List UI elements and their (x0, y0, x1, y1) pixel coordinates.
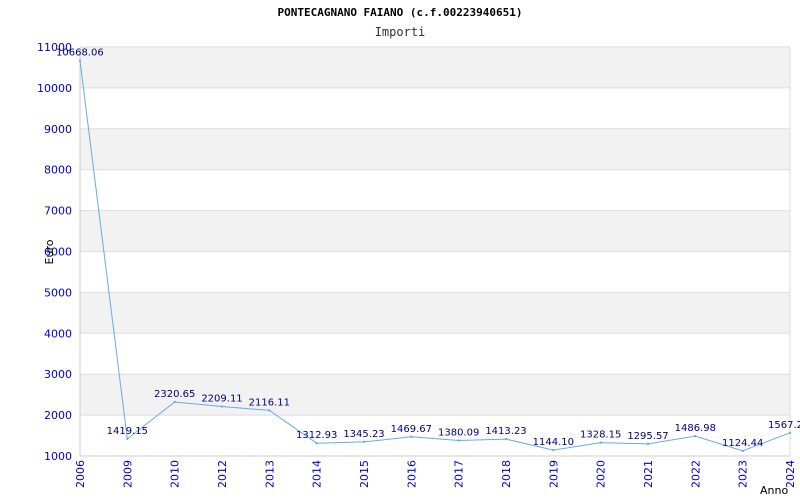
y-tick-label: 8000 (44, 164, 72, 177)
data-point (457, 439, 460, 442)
data-point (599, 441, 602, 444)
y-tick-label: 10000 (37, 82, 72, 95)
data-point (741, 449, 744, 453)
x-tick-label: 2012 (216, 460, 229, 488)
y-tick-label: 5000 (44, 286, 72, 299)
x-tick-label: 2022 (689, 460, 702, 488)
data-label: 1486.98 (675, 423, 716, 434)
x-tick-label: 2018 (500, 460, 513, 488)
x-tick-label: 2006 (74, 460, 87, 488)
data-label: 1144.10 (533, 437, 574, 448)
grid-band (80, 292, 790, 334)
x-tick-label: 2017 (453, 460, 466, 488)
y-tick-label: 2000 (44, 409, 72, 422)
data-label: 2320.65 (154, 389, 195, 400)
data-point (646, 442, 650, 446)
x-tick-label: 2014 (311, 460, 324, 488)
x-tick-label: 2020 (595, 460, 608, 488)
y-tick-label: 3000 (44, 368, 72, 381)
data-label: 1328.15 (580, 430, 621, 441)
x-tick-label: 2016 (405, 460, 418, 488)
x-axis-label: Anno (760, 484, 788, 497)
data-point (78, 59, 82, 62)
y-tick-label: 9000 (44, 123, 72, 136)
grid-band (80, 128, 790, 170)
x-tick-label: 2015 (358, 460, 371, 488)
y-tick-label: 1000 (44, 450, 72, 463)
data-point (173, 400, 176, 404)
x-tick-label: 2019 (547, 460, 560, 488)
data-label: 1419.15 (107, 426, 148, 437)
data-label: 1312.93 (296, 430, 337, 441)
data-point (410, 435, 413, 438)
data-point (552, 448, 555, 452)
data-label: 1124.44 (722, 438, 763, 449)
line-chart: 1000200030004000500060007000800090001000… (37, 41, 800, 497)
y-tick-label: 4000 (44, 327, 72, 340)
data-point (362, 440, 366, 444)
data-label: 1469.67 (391, 424, 432, 435)
data-point (315, 442, 318, 445)
data-label: 1567.2 (768, 420, 800, 431)
grid-band (80, 210, 790, 252)
x-tick-label: 2021 (642, 460, 655, 488)
y-axis-label: Euro (43, 239, 56, 264)
data-label: 1345.23 (343, 429, 384, 440)
x-tick-label: 2010 (169, 460, 182, 488)
data-point (126, 437, 129, 441)
chart-root: PONTECAGNANO FAIANO (c.f.00223940651) Im… (0, 0, 800, 500)
grid-band (80, 47, 790, 88)
x-tick-label: 2013 (263, 460, 276, 488)
data-label: 1380.09 (438, 427, 479, 438)
data-label: 2209.11 (201, 394, 242, 405)
x-tick-label: 2023 (737, 460, 750, 488)
data-label: 2116.11 (249, 397, 290, 408)
x-tick-label: 2009 (121, 460, 134, 488)
y-tick-label: 7000 (44, 205, 72, 218)
data-point (504, 437, 508, 441)
data-point (694, 434, 697, 438)
data-point (268, 409, 271, 412)
data-point (788, 431, 792, 435)
data-label: 10668.06 (56, 48, 104, 59)
data-label: 1295.57 (627, 431, 668, 442)
data-point (220, 405, 224, 408)
data-label: 1413.23 (485, 426, 526, 437)
